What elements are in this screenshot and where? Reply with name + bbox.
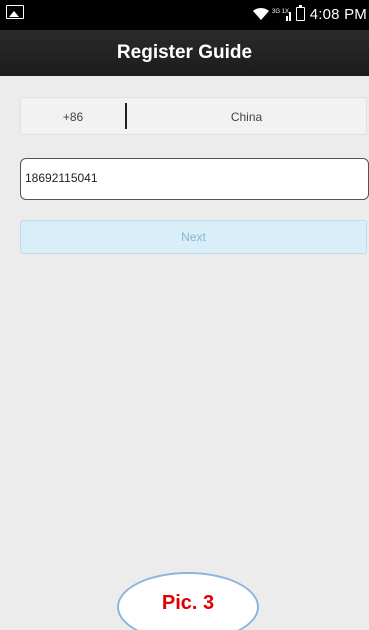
status-bar: 3G 1X 4:08 PM [0,0,369,30]
status-indicators: 3G 1X 4:08 PM [252,2,367,26]
battery-icon [295,5,305,21]
phone-number-field[interactable]: 18692115041 [20,158,369,200]
gallery-notification-icon [6,5,24,19]
svg-text:3G 1X: 3G 1X [272,9,289,15]
status-time: 4:08 PM [309,5,367,23]
country-name[interactable]: China [127,98,366,136]
caption-text: Pic. 3 [161,592,215,614]
signal-icon: 3G 1X [272,9,291,21]
phone-screen: 3G 1X 4:08 PM Register Guide +86 China 1… [0,0,369,630]
title-bar: Register Guide [0,30,369,76]
page-title: Register Guide [116,42,253,63]
wifi-icon [252,7,269,20]
caption-badge: Pic. 3 [117,572,259,630]
phone-number-value: 18692115041 [25,171,98,185]
country-selector[interactable]: +86 China [20,97,367,135]
next-button[interactable]: Next [20,220,367,254]
country-code[interactable]: +86 [21,98,125,136]
